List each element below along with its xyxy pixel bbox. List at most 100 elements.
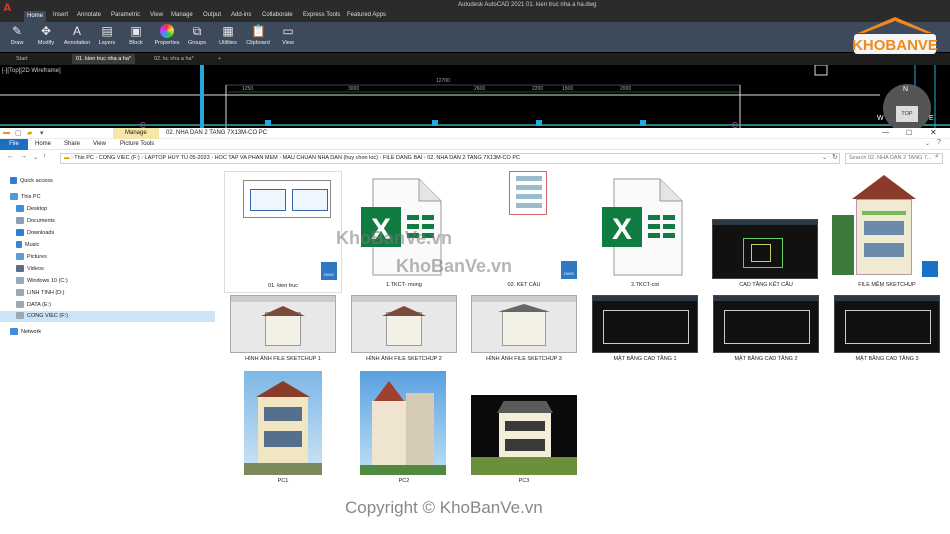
file-tile-sketchup-img-1[interactable]: HÌNH ẢNH FILE SKETCHUP 1 (224, 293, 342, 367)
properties-icon[interactable]: ▢ (15, 129, 22, 137)
ribbon-clipboard[interactable]: 📋 Clipboard (244, 23, 272, 51)
ribbon-utilities[interactable]: ▦ Utilities (215, 23, 241, 51)
file-label: 01. kien truc (268, 283, 298, 289)
menu-tab-manage[interactable]: Manage (171, 12, 193, 18)
file-tile-sketchup[interactable]: FILE MỀM SKETCHUP (828, 171, 946, 293)
viewcube[interactable]: N W E TOP (877, 80, 937, 132)
viewcube-east[interactable]: E (929, 115, 934, 122)
drive-icon (16, 289, 24, 297)
breadcrumb-hoc-tap[interactable]: HOC TAP VA PHAN MEM (215, 155, 278, 161)
file-tile-sketchup-img-3[interactable]: HÌNH ẢNH FILE SKETCHUP 3 (465, 293, 583, 367)
file-label: HÌNH ẢNH FILE SKETCHUP 2 (366, 356, 442, 362)
menu-tab-annotate[interactable]: Annotate (77, 12, 101, 18)
doc-tab-kien-truc[interactable]: 01. kien truc nha a ha* (72, 54, 136, 64)
forward-arrow-icon[interactable]: → (20, 153, 27, 160)
sidebar-item-quick-access[interactable]: Quick access (0, 176, 215, 187)
drawing-canvas[interactable]: C C (0, 65, 950, 128)
menu-tab-home[interactable]: Home (24, 11, 47, 22)
doc-tab-kc[interactable]: 02. kc nha a ha* (150, 54, 198, 64)
breadcrumb-current-folder[interactable]: 02. NHA DAN 2 TANG 7X13M-CO PC (427, 155, 520, 161)
refresh-icon[interactable]: ↻ (832, 153, 838, 161)
tab-share[interactable]: Share (64, 141, 80, 147)
recent-dropdown-icon[interactable]: ⌄ (33, 154, 38, 161)
minimize-icon[interactable]: — (882, 129, 889, 136)
ribbon-block[interactable]: ▣ Block (123, 23, 149, 51)
color-wheel-icon (160, 24, 174, 38)
breadcrumb-this-pc[interactable]: This PC (74, 155, 94, 161)
maximize-icon[interactable]: ☐ (906, 129, 912, 137)
sidebar-item-videos[interactable]: Videos (0, 264, 215, 275)
menu-tab-output[interactable]: Output (203, 12, 221, 18)
menu-tab-collaborate[interactable]: Collaborate (262, 12, 293, 18)
menu-tab-parametric[interactable]: Parametric (111, 12, 140, 18)
new-tab-plus-icon[interactable]: + (214, 54, 225, 64)
search-input[interactable]: Search 02. NHA DAN 2 TANG 7... (845, 153, 943, 164)
watermark-text: KhoBanVe.vn (396, 256, 513, 276)
star-icon (10, 177, 17, 185)
file-tile-cad-tang-ket-cau[interactable]: CAD TẦNG KẾT CẤU (707, 171, 825, 293)
tab-picture-tools[interactable]: Picture Tools (120, 141, 154, 147)
sidebar-item-music[interactable]: Music (0, 240, 215, 251)
file-tile-tkct-cot[interactable]: X 2.TKCT-cot (586, 171, 704, 293)
sidebar-item-drive-e[interactable]: DATA (E:) (0, 300, 215, 311)
sidebar-item-drive-f[interactable]: CONG VIEC (F:) (0, 311, 215, 322)
menu-tab-insert[interactable]: Insert (53, 12, 68, 18)
ribbon-properties[interactable]: Properties (152, 23, 182, 51)
sidebar-item-desktop[interactable]: Desktop (0, 204, 215, 215)
help-icon[interactable]: ? (937, 139, 941, 146)
file-label: 2.TKCT-cot (631, 282, 659, 288)
breadcrumb-file-dang-bai[interactable]: FILE DANG BAI (383, 155, 422, 161)
tab-home[interactable]: Home (35, 141, 51, 147)
file-tile-pc1[interactable]: PC1 (224, 369, 342, 487)
file-tile-pc3[interactable]: PC3 (465, 369, 583, 487)
sidebar-item-drive-d[interactable]: LINH TINH (D:) (0, 288, 215, 299)
documents-icon (16, 217, 24, 225)
sidebar-item-this-pc[interactable]: This PC (0, 192, 215, 203)
sidebar-item-network[interactable]: Network (0, 327, 215, 338)
file-tile-sketchup-img-2[interactable]: HÌNH ẢNH FILE SKETCHUP 2 (345, 293, 463, 367)
breadcrumb-mau-chuan[interactable]: MAU CHUAN NHA DAN (huy chon loc) (283, 155, 378, 161)
viewcube-north[interactable]: N (903, 86, 908, 93)
menu-tab-view[interactable]: View (150, 12, 163, 18)
sidebar-item-pictures[interactable]: Pictures (0, 252, 215, 263)
file-tile-mat-bang-2[interactable]: MẶT BẰNG CAD TẦNG 2 (707, 293, 825, 367)
menu-tab-featured-apps[interactable]: Featured Apps (347, 12, 386, 18)
file-tile-mat-bang-3[interactable]: MẶT BẰNG CAD TẦNG 3 (828, 293, 946, 367)
viewcube-west[interactable]: W (877, 115, 884, 122)
back-arrow-icon[interactable]: ← (7, 153, 14, 160)
tab-file[interactable]: File (0, 139, 28, 150)
new-folder-icon[interactable]: ▰ (27, 129, 32, 137)
quick-access-dropdown-icon[interactable]: ▾ (40, 129, 44, 137)
sidebar-item-documents[interactable]: Documents (0, 216, 215, 227)
breadcrumb-cong-viec[interactable]: CONG VIEC (F:) (99, 155, 140, 161)
cad-thumbnail (712, 219, 818, 279)
ribbon-layers[interactable]: ▤ Layers (94, 23, 120, 51)
ribbon-view[interactable]: ▭ View (275, 23, 301, 51)
address-folder-icon: ▬ (64, 155, 70, 161)
manage-contextual-tab[interactable]: Manage (113, 128, 159, 139)
ribbon-annotation[interactable]: A Annotation (62, 23, 92, 51)
menu-tab-express-tools[interactable]: Express Tools (303, 12, 340, 18)
dimension-text: 3000 (348, 86, 360, 92)
file-tile-mat-bang-1[interactable]: MẶT BẰNG CAD TẦNG 1 (586, 293, 704, 367)
sidebar-item-downloads[interactable]: Downloads (0, 228, 215, 239)
ribbon-draw[interactable]: ✎ Draw (4, 23, 30, 51)
address-dropdown-icon[interactable]: ⌄ (822, 154, 827, 161)
close-icon[interactable]: ✕ (930, 128, 937, 137)
autocad-menu-bar (0, 11, 950, 22)
collapse-ribbon-icon[interactable]: ⌄ (925, 140, 930, 147)
file-tile-kien-truc[interactable]: DWG 01. kien truc (224, 171, 342, 293)
folder-icon: ▬ (3, 129, 10, 136)
file-tile-pc2[interactable]: PC2 (345, 369, 463, 487)
breadcrumb-laptop[interactable]: LAPTOP HUY TU 05-2023 (145, 155, 210, 161)
doc-tab-start[interactable]: Start (12, 54, 32, 64)
up-arrow-icon[interactable]: ↑ (43, 153, 47, 160)
address-bar[interactable]: ▬ › This PC › CONG VIEC (F:) › LAPTOP HU… (60, 153, 840, 164)
network-icon (10, 328, 18, 336)
tab-view[interactable]: View (93, 141, 106, 147)
viewcube-top-face[interactable]: TOP (896, 106, 918, 122)
menu-tab-addins[interactable]: Add-ins (231, 12, 251, 18)
ribbon-groups[interactable]: ⧉ Groups (184, 23, 210, 51)
ribbon-modify[interactable]: ✥ Modify (33, 23, 59, 51)
sidebar-item-drive-c[interactable]: Windows 10 (C:) (0, 276, 215, 287)
